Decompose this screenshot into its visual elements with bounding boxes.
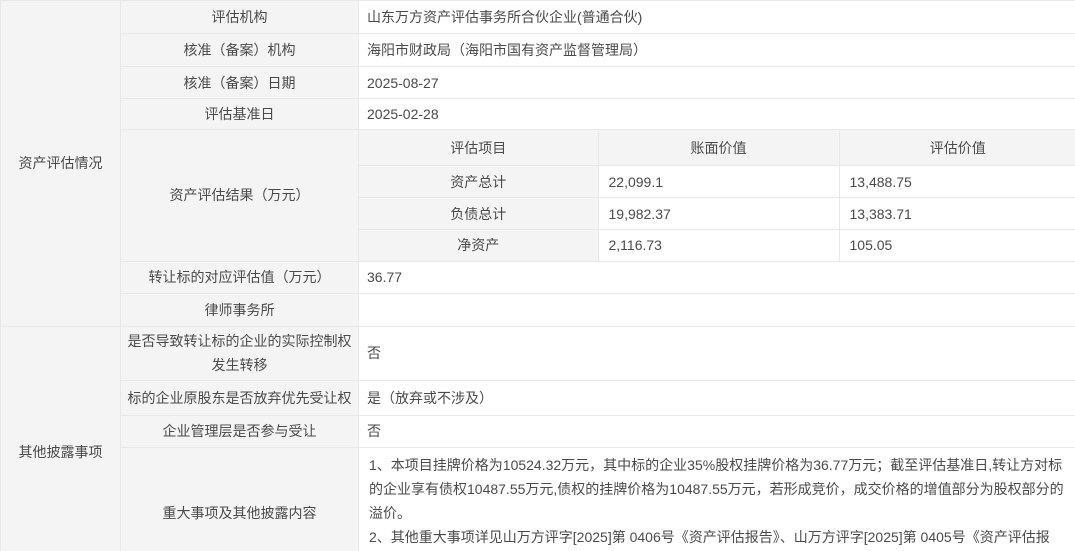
value-major-matters: 1、本项目挂牌价格为10524.32万元，其中标的企业35%股权挂牌价格为36.…	[359, 447, 1075, 551]
value-assessment-base-date: 2025-02-28	[359, 99, 1075, 130]
book-value-total-assets: 22,099.1	[598, 166, 839, 198]
assessed-value-net-assets: 105.05	[839, 230, 1075, 261]
table-row: 律师事务所	[1, 293, 1075, 326]
value-management-participation: 否	[359, 415, 1075, 447]
value-assessment-agency: 山东万方资产评估事务所合伙企业(普通合伙)	[359, 1, 1075, 34]
label-approval-agency: 核准（备案）机构	[121, 34, 359, 67]
label-assessment-base-date: 评估基准日	[121, 99, 359, 130]
table-row: 其他披露事项 是否导致转让标的企业的实际控制权发生转移 否	[1, 326, 1075, 380]
value-transfer-assessed-value: 36.77	[359, 261, 1075, 293]
table-row: 核准（备案）日期 2025-08-27	[1, 67, 1075, 99]
value-control-transfer: 否	[359, 326, 1075, 380]
assessment-header-row: 评估项目 账面价值 评估价值	[359, 130, 1075, 166]
assessment-data-row: 资产总计 22,099.1 13,488.75	[359, 166, 1075, 198]
label-transfer-assessed-value: 转让标的对应评估值（万元）	[121, 261, 359, 293]
header-assessed-value: 评估价值	[839, 130, 1075, 166]
table-row: 资产评估情况 评估机构 山东万方资产评估事务所合伙企业(普通合伙)	[1, 1, 1075, 34]
item-total-liabilities: 负债总计	[359, 198, 598, 230]
major-matters-paragraph-1: 1、本项目挂牌价格为10524.32万元，其中标的企业35%股权挂牌价格为36.…	[369, 453, 1065, 525]
assessment-data-row: 负债总计 19,982.37 13,383.71	[359, 198, 1075, 230]
table-row: 标的企业原股东是否放弃优先受让权 是（放弃或不涉及）	[1, 380, 1075, 415]
value-law-firm	[359, 293, 1075, 326]
item-total-assets: 资产总计	[359, 166, 598, 198]
label-assessment-agency: 评估机构	[121, 1, 359, 34]
assessment-result-cell: 评估项目 账面价值 评估价值 资产总计 22,099.1 13,488.75 负…	[359, 130, 1075, 262]
value-approval-date: 2025-08-27	[359, 67, 1075, 99]
book-value-net-assets: 2,116.73	[598, 230, 839, 261]
label-approval-date: 核准（备案）日期	[121, 67, 359, 99]
table-row: 转让标的对应评估值（万元） 36.77	[1, 261, 1075, 293]
table-row: 企业管理层是否参与受让 否	[1, 415, 1075, 447]
assessment-result-table: 评估项目 账面价值 评估价值 资产总计 22,099.1 13,488.75 负…	[359, 130, 1075, 261]
table-row: 资产评估结果（万元） 评估项目 账面价值 评估价值	[1, 130, 1075, 262]
book-value-total-liabilities: 19,982.37	[598, 198, 839, 230]
label-assessment-result: 资产评估结果（万元）	[121, 130, 359, 262]
assessment-data-row: 净资产 2,116.73 105.05	[359, 230, 1075, 261]
disclosure-table: 资产评估情况 评估机构 山东万方资产评估事务所合伙企业(普通合伙) 核准（备案）…	[0, 0, 1075, 551]
group-cell-other-disclosure: 其他披露事项	[1, 326, 121, 551]
table-row: 核准（备案）机构 海阳市财政局（海阳市国有资产监督管理局）	[1, 34, 1075, 67]
label-control-transfer: 是否导致转让标的企业的实际控制权发生转移	[121, 326, 359, 380]
label-management-participation: 企业管理层是否参与受让	[121, 415, 359, 447]
header-book-value: 账面价值	[598, 130, 839, 166]
assessed-value-total-liabilities: 13,383.71	[839, 198, 1075, 230]
assessed-value-total-assets: 13,488.75	[839, 166, 1075, 198]
label-waive-preemptive-right: 标的企业原股东是否放弃优先受让权	[121, 380, 359, 415]
value-approval-agency: 海阳市财政局（海阳市国有资产监督管理局）	[359, 34, 1075, 67]
table-row: 评估基准日 2025-02-28	[1, 99, 1075, 130]
item-net-assets: 净资产	[359, 230, 598, 261]
group-cell-asset-assessment: 资产评估情况	[1, 1, 121, 327]
header-assessment-item: 评估项目	[359, 130, 598, 166]
value-waive-preemptive-right: 是（放弃或不涉及）	[359, 380, 1075, 415]
table-row: 重大事项及其他披露内容 1、本项目挂牌价格为10524.32万元，其中标的企业3…	[1, 447, 1075, 551]
label-law-firm: 律师事务所	[121, 293, 359, 326]
major-matters-paragraph-2: 2、其他重大事项详见山万方评字[2025]第 0406号《资产评估报告》、山万方…	[369, 525, 1065, 551]
label-major-matters: 重大事项及其他披露内容	[121, 447, 359, 551]
page: 资产评估情况 评估机构 山东万方资产评估事务所合伙企业(普通合伙) 核准（备案）…	[0, 0, 1075, 551]
